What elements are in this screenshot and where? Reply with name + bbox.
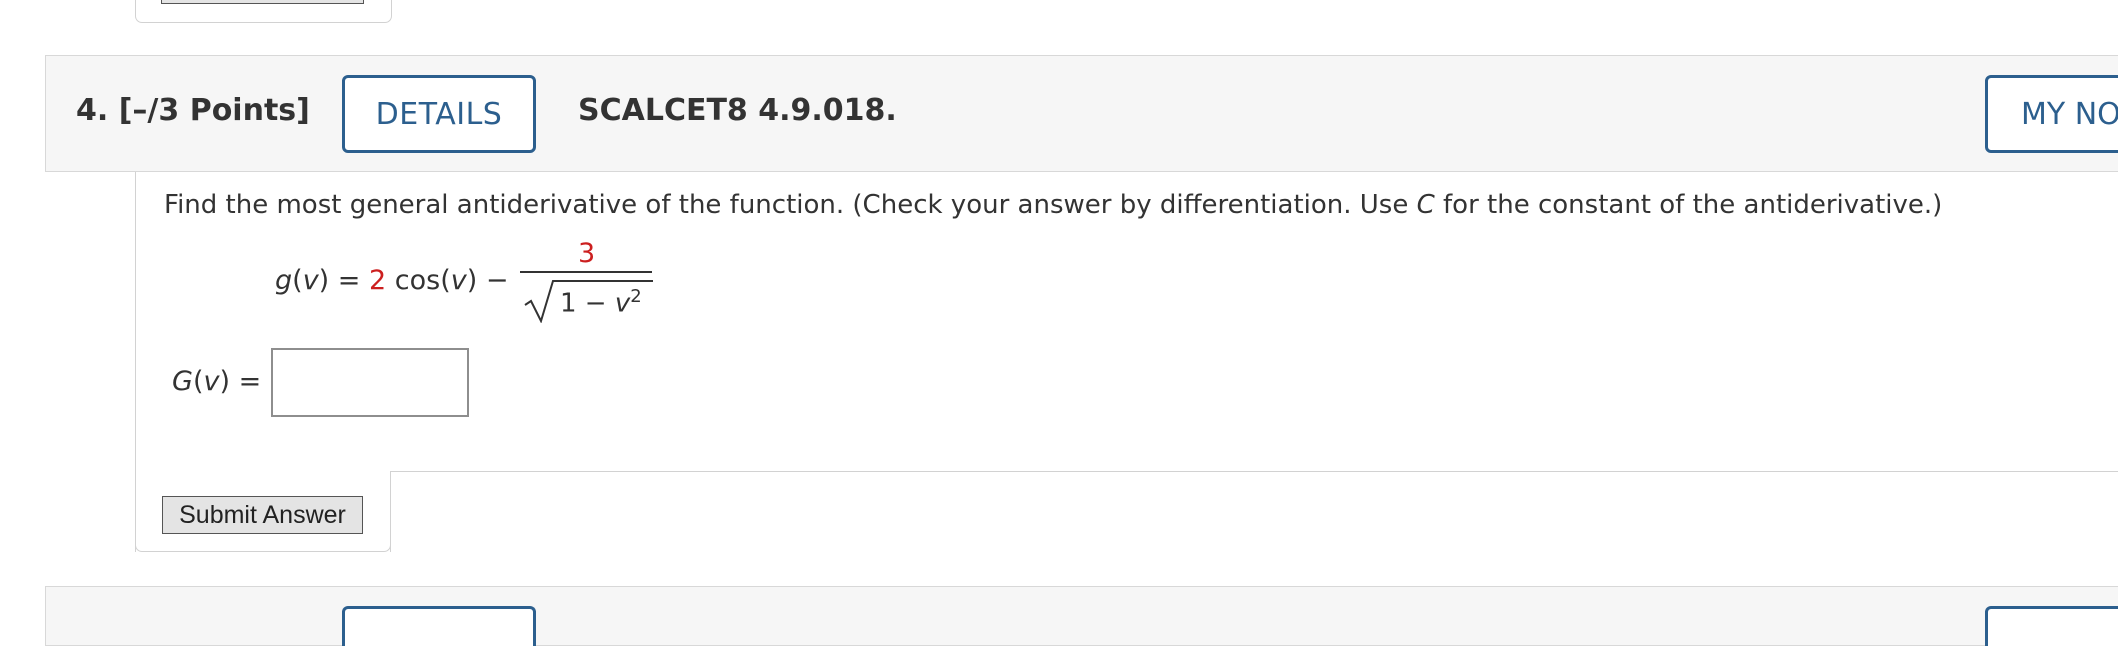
answer-variable: v: [203, 366, 220, 397]
trig-function: cos: [394, 265, 441, 296]
fraction-numerator: 3: [578, 238, 596, 269]
denominator-exponent: 2: [630, 286, 642, 307]
instructions-text-pre: Find the most general antiderivative of …: [164, 190, 1417, 220]
answer-function-name: G: [172, 366, 193, 397]
next-my-notes-button[interactable]: [1985, 606, 2118, 646]
my-notes-button[interactable]: MY NOTES: [1985, 75, 2118, 153]
function-expression: g(v) = 2 cos(v) −: [275, 265, 509, 296]
denominator-variable: v: [614, 288, 631, 319]
answer-label: G(v) =: [172, 366, 262, 397]
submit-divider: [390, 471, 2118, 472]
answer-input[interactable]: [271, 348, 469, 417]
submit-divider-vertical: [390, 471, 391, 552]
function-name: g: [275, 265, 293, 296]
constant-variable: C: [1416, 190, 1435, 220]
denominator-base: 1 −: [560, 288, 615, 319]
minus-sign: −: [485, 265, 509, 296]
function-coefficient: 2: [369, 265, 387, 296]
submit-answer-button[interactable]: Submit Answer: [162, 496, 363, 534]
function-variable: v: [302, 265, 319, 296]
question-code: SCALCET8 4.9.018.: [578, 93, 897, 128]
fraction-denominator: 1 − v2: [560, 286, 642, 319]
question-number-points: 4. [–/3 Points]: [76, 93, 310, 128]
question-instructions: Find the most general antiderivative of …: [164, 190, 1942, 220]
details-button[interactable]: DETAILS: [342, 75, 536, 153]
previous-submit-button[interactable]: [161, 0, 364, 4]
trig-variable: v: [450, 265, 467, 296]
instructions-text-post: for the constant of the antiderivative.): [1434, 190, 1943, 220]
next-details-button[interactable]: [342, 606, 536, 646]
fraction-bar: [520, 271, 652, 273]
